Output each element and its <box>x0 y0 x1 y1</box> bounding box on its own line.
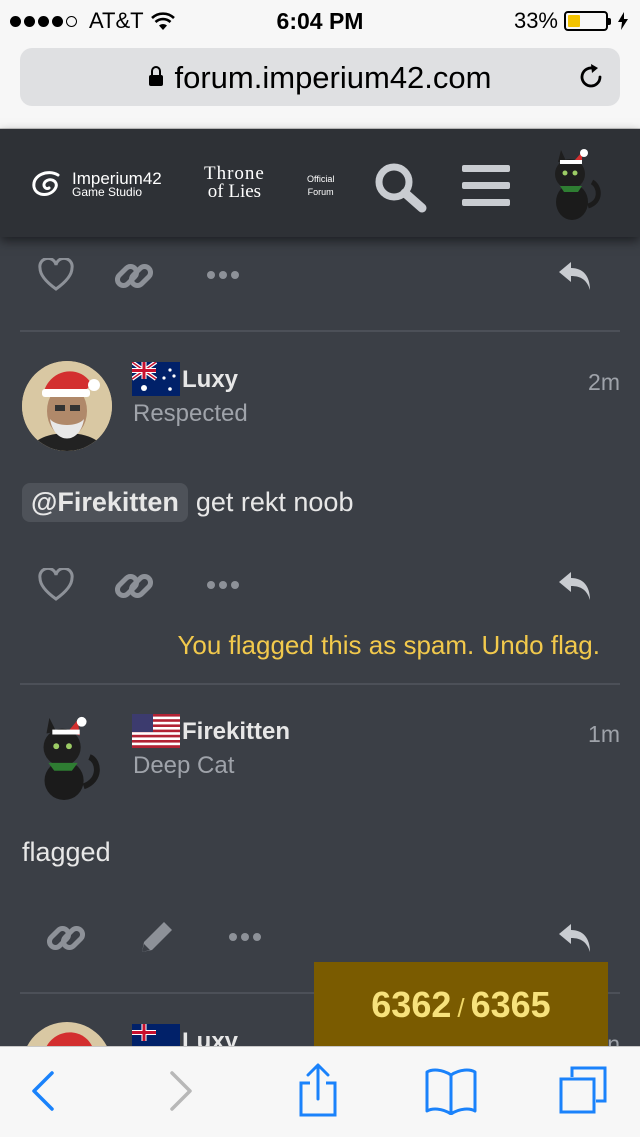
post-time[interactable]: 2m <box>588 369 620 396</box>
back-chevron-icon[interactable] <box>28 1069 58 1113</box>
official-line2: Forum <box>307 187 334 197</box>
charging-icon <box>618 12 628 30</box>
browser-toolbar <box>0 1046 640 1137</box>
tabs-icon[interactable] <box>558 1065 608 1115</box>
official-forum-label: Official Forum <box>307 173 334 199</box>
browser-address-area: forum.imperium42.com <box>0 40 640 129</box>
australia-flag-icon <box>132 362 180 396</box>
reply-icon[interactable] <box>557 920 593 954</box>
post-actions <box>0 558 640 618</box>
official-line1: Official <box>307 174 335 184</box>
game-title-line2: of Lies <box>207 181 262 202</box>
imperium42-logo[interactable]: Imperium42 Game Studio <box>28 169 162 199</box>
user-mention-link[interactable]: @Firekitten <box>22 483 188 522</box>
progress-current: 6362 <box>371 984 452 1025</box>
usa-flag-icon <box>132 714 180 748</box>
progress-separator: / <box>457 993 465 1023</box>
topic-progress[interactable]: 6362/6365 <box>314 962 608 1054</box>
post-divider <box>20 330 620 332</box>
address-bar[interactable]: forum.imperium42.com <box>20 48 620 106</box>
post-username[interactable]: Firekitten <box>182 718 290 746</box>
share-link-icon[interactable] <box>46 918 86 958</box>
avatar[interactable] <box>22 712 112 802</box>
user-title: Deep Cat <box>133 752 235 779</box>
post-actions <box>0 250 640 310</box>
hamburger-icon[interactable] <box>462 165 510 207</box>
post-actions <box>0 910 640 970</box>
user-avatar[interactable] <box>540 146 610 222</box>
post-body: @Firekitten get rekt noob <box>22 483 353 522</box>
like-heart-icon[interactable] <box>38 258 74 292</box>
avatar[interactable] <box>22 361 112 451</box>
reload-icon[interactable] <box>576 62 606 92</box>
more-options-icon[interactable] <box>228 932 262 942</box>
post-username[interactable]: Luxy <box>182 366 238 394</box>
search-icon[interactable] <box>372 160 428 214</box>
share-link-icon[interactable] <box>114 256 154 296</box>
progress-total: 6365 <box>470 984 551 1025</box>
edit-pencil-icon[interactable] <box>136 918 176 958</box>
reply-icon[interactable] <box>557 258 593 292</box>
more-options-icon[interactable] <box>206 580 240 590</box>
post-text: get rekt noob <box>195 487 354 517</box>
throne-of-lies-logo[interactable]: Throne of Lies <box>204 164 265 202</box>
swirl-logo-icon <box>32 171 60 196</box>
like-heart-icon[interactable] <box>38 568 74 602</box>
url-text: forum.imperium42.com <box>174 60 492 95</box>
reply-icon[interactable] <box>557 568 593 602</box>
status-bar: AT&T 6:04 PM 33% <box>0 0 640 40</box>
lock-icon <box>148 66 163 86</box>
forward-chevron-icon[interactable] <box>166 1069 196 1113</box>
battery-percent: 33% <box>513 8 558 33</box>
post-divider <box>20 683 620 685</box>
flag-notice-undo-link[interactable]: You flagged this as spam. Undo flag. <box>177 630 600 661</box>
brand-name: Imperium42 <box>72 168 162 188</box>
share-link-icon[interactable] <box>114 566 154 606</box>
luxy-avatar-image <box>22 361 112 451</box>
more-options-icon[interactable] <box>206 270 240 280</box>
share-icon[interactable] <box>298 1063 338 1117</box>
battery-icon <box>564 11 611 31</box>
bookmarks-icon[interactable] <box>424 1067 478 1115</box>
post-body: flagged <box>22 837 111 867</box>
post-time[interactable]: 1m <box>588 721 620 748</box>
user-title: Respected <box>133 400 248 427</box>
